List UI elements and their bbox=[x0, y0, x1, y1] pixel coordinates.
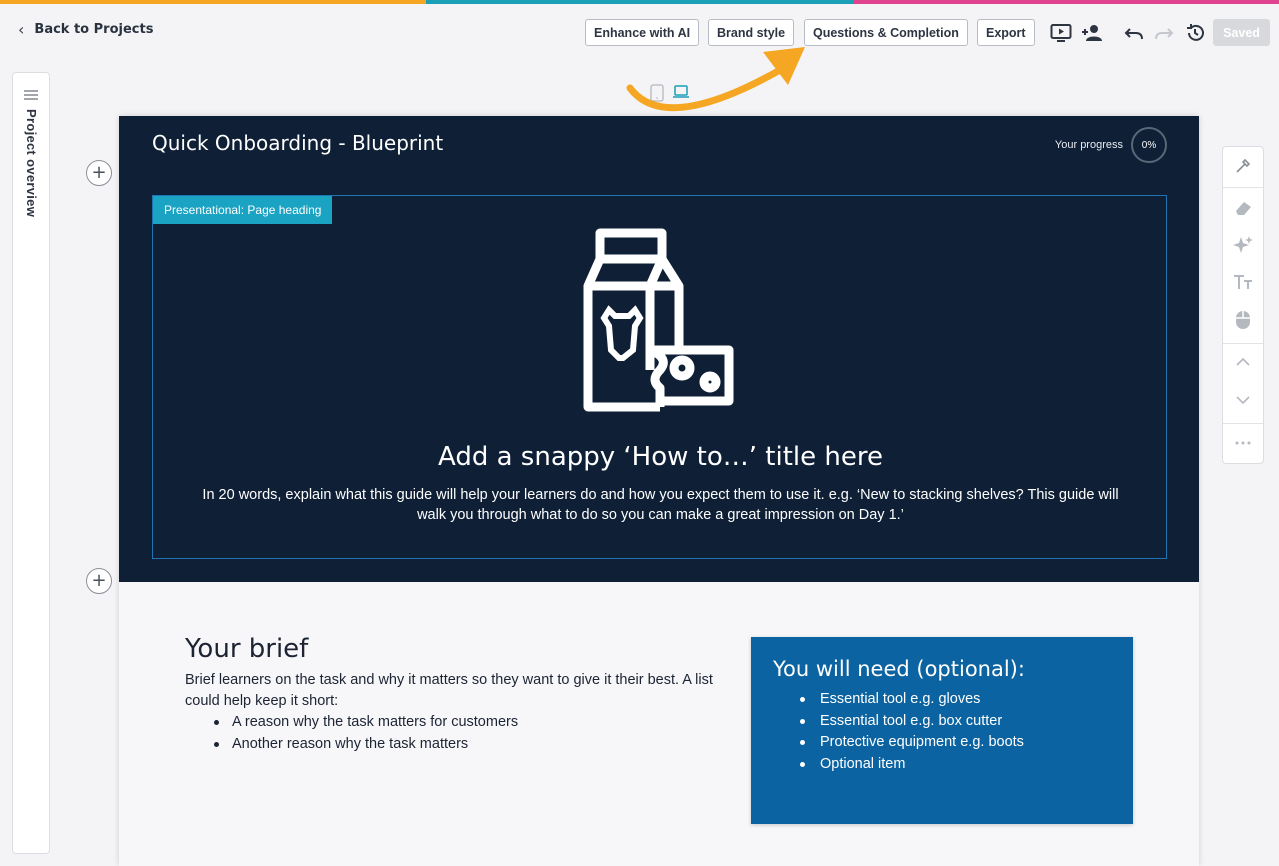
hamburger-icon[interactable] bbox=[24, 85, 38, 104]
brief-text: Brief learners on the task and why it ma… bbox=[185, 672, 713, 709]
undo-icon[interactable] bbox=[1123, 22, 1145, 44]
progress-ring: 0% bbox=[1131, 127, 1167, 163]
history-icon[interactable] bbox=[1184, 22, 1206, 44]
brief-section[interactable]: Your brief Brief learners on the task an… bbox=[185, 634, 725, 755]
saved-button[interactable]: Saved bbox=[1213, 19, 1270, 46]
text-size-icon[interactable] bbox=[1223, 267, 1263, 297]
brief-list: A reason why the task matters for custom… bbox=[185, 712, 725, 755]
need-list: Essential tool e.g. gloves Essential too… bbox=[773, 689, 1111, 775]
hero-description[interactable]: In 20 words, explain what this guide wil… bbox=[193, 485, 1128, 525]
progress-indicator: Your progress 0% bbox=[1055, 127, 1167, 163]
you-will-need-box[interactable]: You will need (optional): Essential tool… bbox=[751, 637, 1133, 824]
course-title: Quick Onboarding - Blueprint bbox=[152, 131, 444, 155]
page-heading-block[interactable]: Presentational: Page heading Add a snapp… bbox=[152, 195, 1167, 559]
eraser-icon[interactable] bbox=[1223, 193, 1263, 223]
block-tools-panel bbox=[1222, 146, 1264, 464]
more-icon[interactable] bbox=[1223, 428, 1263, 458]
add-user-icon[interactable] bbox=[1081, 22, 1103, 44]
callout-arrow bbox=[626, 47, 805, 112]
progress-label: Your progress bbox=[1054, 139, 1123, 151]
hero-section: Quick Onboarding - Blueprint Your progre… bbox=[119, 116, 1199, 582]
list-item: Essential tool e.g. gloves bbox=[773, 689, 1111, 711]
list-item: Protective equipment e.g. boots bbox=[773, 732, 1111, 754]
hero-title[interactable]: Add a snappy ‘How to…’ title here bbox=[153, 442, 1168, 472]
chevron-down-icon[interactable] bbox=[1223, 385, 1263, 415]
back-label: Back to Projects bbox=[34, 22, 154, 37]
block-type-tag: Presentational: Page heading bbox=[153, 196, 333, 224]
eyedropper-icon[interactable] bbox=[1223, 151, 1263, 181]
list-item: Another reason why the task matters bbox=[185, 734, 725, 756]
chevron-up-icon[interactable] bbox=[1223, 347, 1263, 377]
redo-icon[interactable] bbox=[1153, 22, 1175, 44]
project-overview-label: Project overview bbox=[24, 109, 39, 218]
list-item: A reason why the task matters for custom… bbox=[185, 712, 725, 734]
list-item: Essential tool e.g. box cutter bbox=[773, 711, 1111, 733]
list-item: Optional item bbox=[773, 754, 1111, 776]
chevron-left-icon: ‹ bbox=[18, 20, 25, 39]
export-button[interactable]: Export bbox=[977, 19, 1035, 46]
mouse-icon[interactable] bbox=[1223, 305, 1263, 335]
add-block-button[interactable]: + bbox=[86, 568, 112, 594]
separator bbox=[1223, 343, 1263, 344]
add-block-button[interactable]: + bbox=[86, 160, 112, 186]
page-canvas: Quick Onboarding - Blueprint Your progre… bbox=[119, 116, 1199, 866]
separator bbox=[1223, 187, 1263, 188]
questions-completion-button[interactable]: Questions & Completion bbox=[804, 19, 968, 46]
sparkle-icon[interactable] bbox=[1223, 230, 1263, 260]
need-heading: You will need (optional): bbox=[773, 657, 1025, 681]
separator bbox=[1223, 423, 1263, 424]
milk-cheese-icon bbox=[583, 228, 738, 417]
preview-icon[interactable] bbox=[1050, 22, 1072, 44]
brief-heading: Your brief bbox=[185, 634, 309, 664]
back-to-projects-link[interactable]: ‹ Back to Projects bbox=[18, 20, 153, 39]
project-overview-panel[interactable]: Project overview bbox=[12, 72, 50, 854]
